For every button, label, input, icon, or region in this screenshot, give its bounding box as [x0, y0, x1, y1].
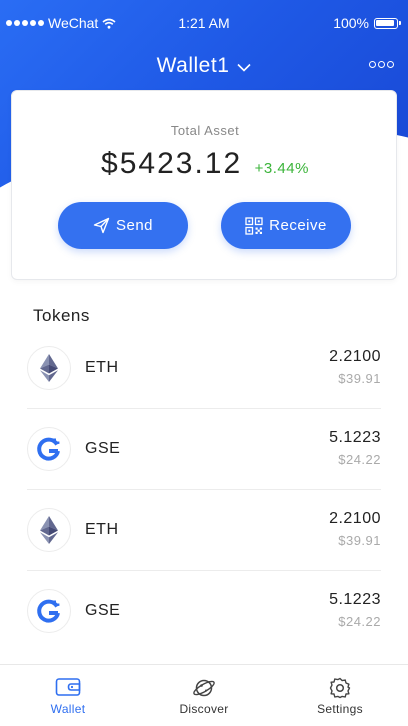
token-fiat-value: $39.91: [338, 371, 381, 386]
bottom-tab-bar: Wallet Discover Settings: [0, 664, 408, 726]
total-asset-change: +3.44%: [254, 160, 309, 177]
send-label: Send: [115, 217, 154, 234]
status-bar: WeChat 1:21 AM 100%: [0, 0, 408, 44]
total-asset-row: $5423.12 +3.44%: [12, 147, 398, 181]
send-icon: [93, 217, 110, 234]
battery-icon: [374, 17, 401, 29]
tab-wallet-label: Wallet: [50, 702, 86, 716]
token-amount: 2.2100: [329, 510, 381, 527]
token-symbol: ETH: [85, 359, 119, 376]
total-asset-label: Total Asset: [170, 123, 240, 138]
battery-status: 100%: [333, 15, 401, 31]
nav-bar: Wallet1: [0, 50, 408, 84]
tab-discover[interactable]: Discover: [136, 665, 272, 726]
tab-discover-label: Discover: [179, 702, 229, 716]
wallet-icon: [55, 677, 81, 702]
ethereum-icon: [27, 508, 71, 552]
wallet-name: Wallet1: [156, 54, 230, 77]
token-amount: 2.2100: [329, 348, 381, 365]
gear-icon: [329, 677, 351, 704]
token-fiat-value: $24.22: [338, 614, 381, 629]
token-fiat-value: $24.22: [338, 452, 381, 467]
token-row-gse[interactable]: GSE 5.1223 $24.22: [0, 409, 408, 490]
token-list: ETH 2.2100 $39.91 GSE 5.1223 $24.22 ETH …: [0, 328, 408, 652]
gse-icon: [27, 589, 71, 633]
planet-icon: [192, 677, 216, 704]
tab-settings-label: Settings: [317, 702, 363, 716]
receive-button[interactable]: Receive: [221, 202, 351, 249]
total-asset-value: $5423.12: [101, 147, 243, 180]
token-symbol: GSE: [85, 440, 121, 457]
token-row-eth[interactable]: ETH 2.2100 $39.91: [0, 328, 408, 409]
tab-settings[interactable]: Settings: [272, 665, 408, 726]
more-options-icon[interactable]: [369, 61, 394, 68]
token-amount: 5.1223: [329, 429, 381, 446]
total-asset-card: Total Asset $5423.12 +3.44% Send Receive: [11, 90, 397, 280]
battery-percent: 100%: [333, 15, 369, 31]
token-row-gse[interactable]: GSE 5.1223 $24.22: [0, 571, 408, 652]
token-symbol: ETH: [85, 521, 119, 538]
token-amount: 5.1223: [329, 591, 381, 608]
qr-code-icon: [245, 216, 263, 235]
token-row-eth[interactable]: ETH 2.2100 $39.91: [0, 490, 408, 571]
wallet-switcher[interactable]: Wallet1: [0, 54, 408, 78]
token-symbol: GSE: [85, 602, 121, 619]
send-button[interactable]: Send: [58, 202, 188, 249]
chevron-down-icon: [237, 54, 251, 78]
ethereum-icon: [27, 346, 71, 390]
receive-label: Receive: [269, 217, 327, 234]
gse-icon: [27, 427, 71, 471]
token-fiat-value: $39.91: [338, 533, 381, 548]
tokens-heading: Tokens: [33, 306, 90, 325]
tab-wallet[interactable]: Wallet: [0, 665, 136, 726]
